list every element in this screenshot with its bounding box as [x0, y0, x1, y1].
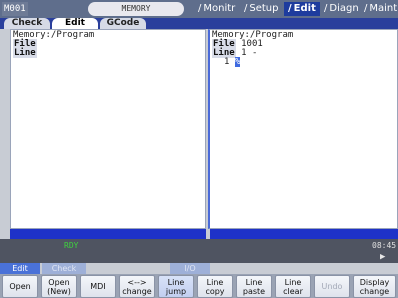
next-arrow-icon[interactable]: ▶ — [380, 252, 385, 262]
softkey-line-clear[interactable]: Line clear — [275, 275, 311, 298]
softkey-line-copy[interactable]: Line copy — [197, 275, 233, 298]
menu-monitr[interactable]: / Monitr — [198, 2, 235, 16]
left-input-bar — [10, 229, 206, 239]
tab-check[interactable]: Check — [4, 18, 50, 29]
menu-edit[interactable]: / Edit — [284, 2, 320, 16]
softkey-open-new[interactable]: Open (New) — [41, 275, 77, 298]
tab-edit[interactable]: Edit — [52, 18, 98, 29]
softkey-mdi[interactable]: MDI — [80, 275, 116, 298]
softkey-open[interactable]: Open — [2, 275, 38, 298]
line-number: 1 — [224, 57, 230, 67]
operation-mode: MEMORY — [88, 2, 184, 16]
mode-tab-check[interactable]: Check — [42, 263, 86, 274]
mode-tab-edit[interactable]: Edit — [0, 263, 40, 274]
text-cursor[interactable]: % — [234, 57, 241, 67]
clock: 08:45 — [372, 241, 397, 250]
softkey-line-jump[interactable]: Line jump — [158, 275, 194, 298]
left-edit-pane[interactable]: Memory:/Program File Line — [10, 29, 206, 229]
right-edit-pane[interactable]: Memory:/Program File 1001 Line 1 - 1 % — [208, 29, 398, 229]
left-line-label: Line — [13, 48, 37, 58]
tab-gcode[interactable]: GCode — [100, 18, 146, 29]
ready-status: RDY — [64, 241, 79, 250]
menu-setup[interactable]: / Setup — [244, 2, 278, 16]
left-memory-path: Memory:/Program — [13, 30, 95, 40]
softkey-undo[interactable]: Undo — [314, 275, 350, 298]
right-line-value: 1 - — [241, 48, 258, 58]
menu-diagn[interactable]: / Diagn — [324, 2, 359, 16]
menu-maint[interactable]: / Maint — [364, 2, 397, 16]
program-number: M001 — [2, 2, 28, 16]
right-input-bar — [210, 229, 398, 239]
softkey-change[interactable]: <--> change — [119, 275, 155, 298]
softkey-line-paste[interactable]: Line paste — [236, 275, 272, 298]
mode-tab-io[interactable]: I/O — [170, 263, 210, 274]
softkey-display-change[interactable]: Display change — [353, 275, 396, 298]
message-bar — [0, 239, 398, 263]
left-margin — [0, 29, 10, 239]
